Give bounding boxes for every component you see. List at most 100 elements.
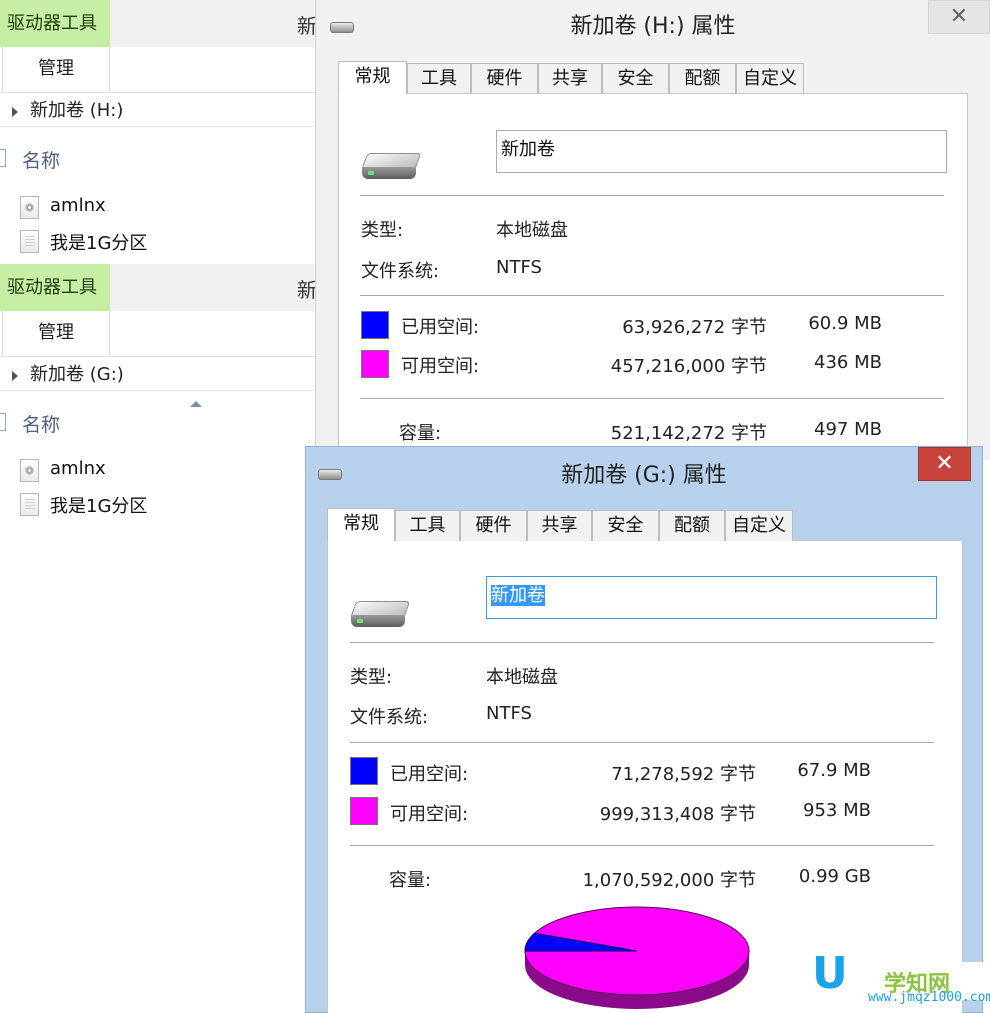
tab-tools[interactable]: 工具 [395, 510, 460, 541]
tab-customize[interactable]: 自定义 [725, 510, 793, 541]
used-space-swatch [361, 311, 389, 339]
hard-drive-icon [360, 149, 422, 181]
free-space-label: 可用空间: [390, 804, 469, 825]
list-item[interactable]: 我是1G分区 [20, 229, 147, 255]
tab-general[interactable]: 常规 [338, 61, 407, 94]
used-space-size: 60.9 MB [808, 313, 882, 334]
window-title-partial: 新 [297, 14, 317, 38]
expand-arrow-icon[interactable] [12, 107, 18, 117]
free-space-label: 可用空间: [401, 356, 480, 377]
tab-tools[interactable]: 工具 [407, 63, 471, 94]
ribbon-tab-drive-tools[interactable]: 驱动器工具 [0, 0, 110, 47]
tab-customize[interactable]: 自定义 [736, 63, 804, 94]
tab-quota[interactable]: 配额 [659, 510, 725, 541]
tab-sharing[interactable]: 共享 [538, 63, 602, 94]
disc-image-file-icon [20, 196, 39, 219]
type-value: 本地磁盘 [486, 667, 558, 688]
tab-security[interactable]: 安全 [602, 63, 669, 94]
tab-sharing[interactable]: 共享 [527, 510, 592, 541]
expand-arrow-icon[interactable] [12, 371, 18, 381]
file-name: 我是1G分区 [50, 496, 148, 517]
list-item[interactable]: amlnx [20, 195, 106, 219]
address-bar[interactable]: 新加卷 (G:) [0, 358, 318, 391]
tab-security[interactable]: 安全 [592, 510, 659, 541]
divider [360, 295, 944, 296]
column-header-label: 名称 [22, 150, 61, 172]
file-name: amlnx [50, 458, 106, 479]
volume-name-input[interactable]: 新加卷 [486, 576, 937, 619]
explorer-window-h: 驱动器工具 新 管理 新加卷 (H:) 名称 amlnx 我是1G分区 [0, 0, 318, 264]
divider [350, 742, 934, 743]
used-space-size: 67.9 MB [797, 760, 871, 781]
address-text: 新加卷 (G:) [30, 364, 124, 385]
list-item[interactable]: amlnx [20, 458, 106, 482]
address-text: 新加卷 (H:) [30, 100, 124, 121]
used-space-bytes: 71,278,592 字节 [611, 764, 756, 785]
free-space-swatch [350, 797, 378, 825]
ribbon-tab-drive-tools[interactable]: 驱动器工具 [0, 264, 110, 311]
capacity-label: 容量: [399, 423, 442, 444]
dialog-titlebar[interactable]: 新加卷 (G:) 属性 ✕ [306, 447, 982, 495]
address-bar[interactable]: 新加卷 (H:) [0, 94, 318, 127]
divider [350, 845, 934, 846]
capacity-bytes: 521,142,272 字节 [610, 423, 767, 444]
tab-general[interactable]: 常规 [327, 508, 395, 541]
watermark-letter: U [812, 948, 848, 999]
tab-hardware[interactable]: 硬件 [460, 510, 527, 541]
window-title-partial: 新 [297, 278, 317, 302]
type-label: 类型: [361, 220, 404, 241]
tab-quota[interactable]: 配额 [669, 63, 736, 94]
ribbon-subbar: 管理 [0, 47, 318, 93]
file-name: amlnx [50, 195, 106, 216]
capacity-size: 0.99 GB [798, 866, 871, 887]
column-header-label: 名称 [22, 414, 61, 436]
disk-usage-pie-chart [524, 906, 750, 1009]
properties-dialog-g: 新加卷 (G:) 属性 ✕ 新加卷 类型: 本地磁盘 文件系统: NTFS 已用… [305, 446, 983, 1013]
list-item[interactable]: 我是1G分区 [20, 492, 147, 518]
ribbon-subbar: 管理 [0, 311, 318, 357]
watermark-logo: U 学知网 www.jmqz1000.com [812, 948, 990, 1013]
used-space-label: 已用空间: [401, 317, 480, 338]
free-space-bytes: 999,313,408 字节 [599, 804, 756, 825]
free-space-size: 436 MB [814, 352, 882, 373]
close-button[interactable]: ✕ [928, 0, 990, 34]
ribbon-manage-tab[interactable]: 管理 [2, 311, 110, 355]
used-space-swatch [350, 757, 378, 785]
dialog-titlebar[interactable]: 新加卷 (H:) 属性 ✕ [316, 0, 990, 48]
tab-hardware[interactable]: 硬件 [471, 63, 538, 94]
dialog-title: 新加卷 (H:) 属性 [570, 14, 736, 39]
column-header-name[interactable]: 名称 [0, 146, 60, 173]
close-button[interactable]: ✕ [918, 447, 971, 481]
used-space-bytes: 63,926,272 字节 [622, 317, 767, 338]
ribbon-manage-tab[interactable]: 管理 [2, 47, 110, 91]
filesystem-label: 文件系统: [350, 707, 429, 728]
sort-ascending-icon[interactable] [190, 401, 202, 407]
filesystem-value: NTFS [496, 257, 542, 278]
text-file-icon [20, 493, 39, 516]
filesystem-label: 文件系统: [361, 261, 440, 282]
column-header-name[interactable]: 名称 [0, 410, 60, 437]
type-value: 本地磁盘 [496, 220, 568, 241]
capacity-size: 497 MB [814, 419, 882, 440]
dialog-title: 新加卷 (G:) 属性 [561, 463, 727, 488]
divider [360, 398, 944, 399]
ribbon-title-strip [110, 0, 318, 47]
used-space-label: 已用空间: [390, 764, 469, 785]
hard-drive-icon [349, 597, 411, 629]
free-space-swatch [361, 350, 389, 378]
divider [360, 195, 944, 196]
volume-name-input[interactable]: 新加卷 [496, 130, 947, 173]
disc-image-file-icon [20, 459, 39, 482]
type-label: 类型: [350, 667, 393, 688]
ribbon-title-strip [110, 264, 318, 311]
tab-strip: 常规 工具 硬件 共享 安全 配额 自定义 [338, 61, 804, 94]
capacity-label: 容量: [389, 870, 432, 891]
filesystem-value: NTFS [486, 703, 532, 724]
divider [350, 642, 934, 643]
watermark-url: www.jmqz1000.com [868, 990, 990, 1005]
select-all-checkbox[interactable] [0, 413, 6, 431]
select-all-checkbox[interactable] [0, 149, 6, 167]
properties-dialog-h: 新加卷 (H:) 属性 ✕ 常规 工具 硬件 共享 安全 配额 自定义 新加卷 … [315, 0, 990, 473]
file-name: 我是1G分区 [50, 233, 148, 254]
free-space-size: 953 MB [803, 800, 871, 821]
